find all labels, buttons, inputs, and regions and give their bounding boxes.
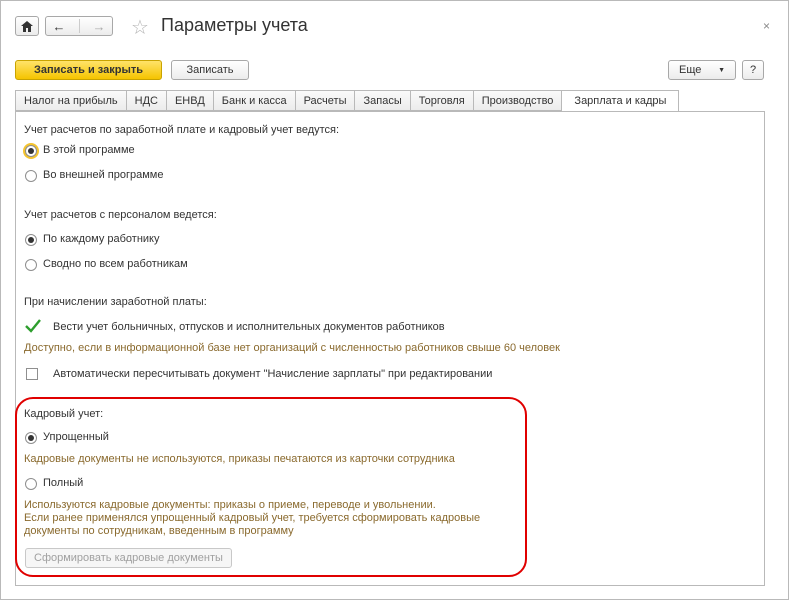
tab-trade[interactable]: Торговля bbox=[409, 90, 473, 111]
sick-leave-hint: Доступно, если в информационной базе нет… bbox=[24, 342, 560, 354]
radio-each-employee[interactable] bbox=[25, 234, 37, 246]
home-button[interactable] bbox=[15, 16, 39, 36]
checkmark-icon bbox=[25, 319, 41, 333]
tab-envd[interactable]: ЕНВД bbox=[165, 90, 213, 111]
nav-buttons: ← → bbox=[45, 16, 113, 36]
tab-income-tax[interactable]: Налог на прибыль bbox=[15, 90, 126, 111]
tab-bar: Налог на прибыль НДС ЕНВД Банк и касса Р… bbox=[15, 90, 680, 112]
save-and-close-button[interactable]: Записать и закрыть bbox=[15, 60, 162, 80]
section-accrual-title: При начислении заработной платы: bbox=[24, 296, 207, 308]
more-button[interactable]: Еще ▼ bbox=[668, 60, 736, 80]
checkbox-sick-leave-label[interactable]: Вести учет больничных, отпусков и исполн… bbox=[53, 321, 445, 333]
section-payroll-title: Учет расчетов по заработной плате и кадр… bbox=[24, 124, 340, 136]
radio-all-employees-label[interactable]: Сводно по всем работникам bbox=[43, 258, 188, 270]
back-arrow-icon[interactable]: ← bbox=[53, 19, 66, 34]
checkbox-auto-recalc[interactable] bbox=[26, 368, 38, 380]
chevron-down-icon: ▼ bbox=[718, 66, 725, 74]
tab-settlements[interactable]: Расчеты bbox=[294, 90, 355, 111]
home-icon bbox=[21, 20, 33, 32]
close-icon[interactable]: × bbox=[763, 19, 770, 33]
radio-all-employees[interactable] bbox=[25, 259, 37, 271]
help-button[interactable]: ? bbox=[742, 60, 764, 80]
page-title: Параметры учета bbox=[161, 15, 308, 35]
radio-each-employee-label[interactable]: По каждому работнику bbox=[43, 233, 160, 245]
radio-this-program-label[interactable]: В этой программе bbox=[43, 144, 135, 156]
more-label: Еще bbox=[679, 64, 702, 76]
tab-vat[interactable]: НДС bbox=[125, 90, 166, 111]
settings-window: ← → ☆ Параметры учета × Записать и закры… bbox=[0, 0, 789, 600]
hr-highlight-frame bbox=[15, 397, 527, 577]
save-button[interactable]: Записать bbox=[171, 60, 249, 80]
checkbox-auto-recalc-label[interactable]: Автоматически пересчитывать документ "На… bbox=[53, 368, 492, 380]
tab-production[interactable]: Производство bbox=[472, 90, 562, 111]
radio-external-program[interactable] bbox=[25, 170, 37, 182]
radio-external-program-label[interactable]: Во внешней программе bbox=[43, 169, 163, 181]
section-personnel-title: Учет расчетов с персоналом ведется: bbox=[24, 209, 217, 221]
checkbox-sick-leave[interactable] bbox=[25, 319, 41, 333]
tab-salary-hr[interactable]: Зарплата и кадры bbox=[561, 90, 680, 112]
radio-this-program[interactable] bbox=[25, 145, 37, 157]
tab-bank-cash[interactable]: Банк и касса bbox=[212, 90, 295, 111]
forward-arrow-icon[interactable]: → bbox=[93, 19, 106, 34]
tab-inventory[interactable]: Запасы bbox=[354, 90, 410, 111]
favorite-star-icon[interactable]: ☆ bbox=[131, 15, 149, 40]
